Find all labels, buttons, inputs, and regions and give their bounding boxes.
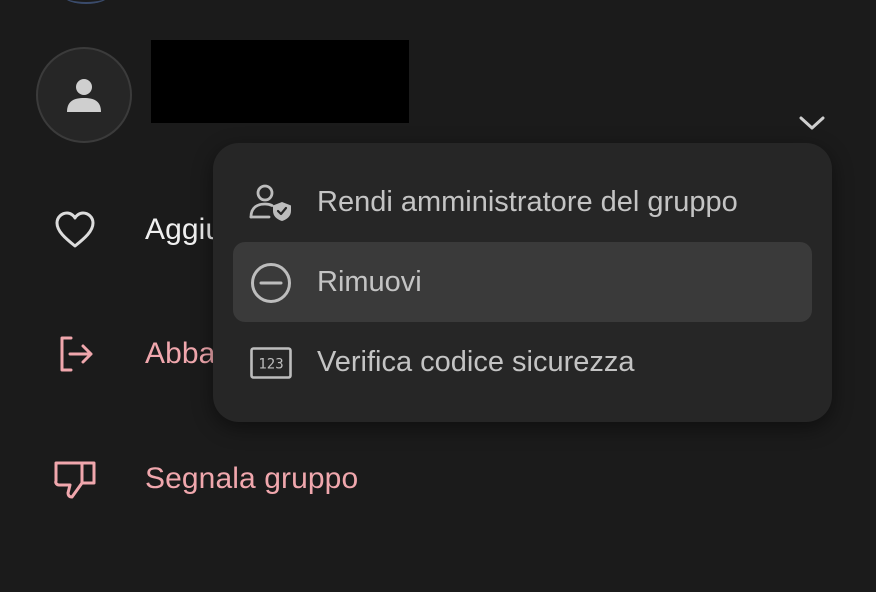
menu-item-verify-safety-number[interactable]: 123 Verifica codice sicurezza xyxy=(233,322,812,402)
remove-circle-icon xyxy=(249,261,293,305)
member-context-menu: Rendi amministratore del gruppo Rimuovi … xyxy=(213,143,832,422)
menu-item-label: Rimuovi xyxy=(317,266,422,298)
safety-number-123-icon: 123 xyxy=(249,341,293,385)
report-group-row[interactable]: Segnala gruppo xyxy=(50,449,358,509)
menu-item-make-admin[interactable]: Rendi amministratore del gruppo xyxy=(233,162,812,242)
admin-shield-person-icon xyxy=(249,181,293,225)
add-to-favorites-row[interactable]: Aggiu xyxy=(50,200,222,260)
menu-item-label: Verifica codice sicurezza xyxy=(317,346,635,378)
person-icon xyxy=(67,79,101,112)
menu-item-remove[interactable]: Rimuovi xyxy=(233,242,812,322)
avatar[interactable] xyxy=(36,47,132,143)
contact-name-redacted xyxy=(151,40,409,123)
leave-icon xyxy=(50,329,100,379)
leave-label: Abba xyxy=(145,337,216,370)
chevron-down-icon[interactable] xyxy=(794,108,830,138)
thumbs-down-icon xyxy=(50,454,100,504)
heart-icon xyxy=(50,205,100,255)
svg-text:123: 123 xyxy=(258,357,283,373)
leave-group-row[interactable]: Abba xyxy=(50,324,215,384)
top-avatar-edge xyxy=(64,0,108,4)
menu-item-label: Rendi amministratore del gruppo xyxy=(317,186,738,218)
group-member-screen: Aggiu Abba Segnala gruppo Rendi amminist… xyxy=(0,0,876,592)
add-label: Aggiu xyxy=(145,213,223,246)
report-label: Segnala gruppo xyxy=(145,462,359,495)
